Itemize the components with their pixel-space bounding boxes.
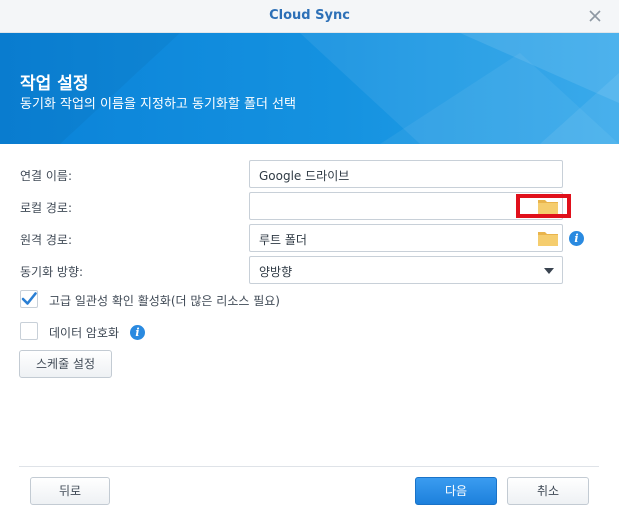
advanced-consistency-label: 고급 일관성 확인 활성화(더 많은 리소스 필요) xyxy=(49,294,280,308)
footer-divider xyxy=(19,466,599,467)
checkmark-icon xyxy=(21,292,37,305)
title-bar: Cloud Sync xyxy=(0,0,619,33)
sync-direction-select[interactable]: 양방향 xyxy=(249,256,563,284)
remote-path-label: 원격 경로: xyxy=(20,233,73,247)
back-button[interactable]: 뒤로 xyxy=(30,477,110,505)
connection-name-value: Google 드라이브 xyxy=(259,169,350,183)
banner-decoration xyxy=(0,33,619,144)
connection-name-field[interactable]: Google 드라이브 xyxy=(249,160,563,188)
data-encryption-label: 데이터 암호화 xyxy=(49,326,120,340)
remote-path-folder-icon[interactable] xyxy=(537,229,559,247)
schedule-settings-button[interactable]: 스케줄 설정 xyxy=(19,350,112,378)
remote-path-value: 루트 폴더 xyxy=(259,233,307,247)
page-subtitle: 동기화 작업의 이름을 지정하고 동기화할 폴더 선택 xyxy=(20,97,296,112)
sync-direction-value: 양방향 xyxy=(259,265,293,279)
close-icon[interactable] xyxy=(587,8,603,24)
next-button[interactable]: 다음 xyxy=(415,477,497,505)
local-path-label: 로컬 경로: xyxy=(20,201,73,215)
data-encryption-checkbox[interactable] xyxy=(20,322,38,340)
sync-direction-label: 동기화 방향: xyxy=(20,265,84,279)
remote-path-info-icon[interactable]: i xyxy=(569,231,584,246)
connection-name-label: 연결 이름: xyxy=(20,169,73,183)
page-title: 작업 설정 xyxy=(20,74,89,94)
advanced-consistency-checkbox[interactable] xyxy=(20,290,38,308)
window-title: Cloud Sync xyxy=(269,8,350,23)
cancel-button[interactable]: 취소 xyxy=(507,477,589,505)
highlight-box xyxy=(516,194,571,218)
chevron-down-icon[interactable] xyxy=(544,268,554,274)
remote-path-field[interactable]: 루트 폴더 xyxy=(249,224,563,252)
data-encryption-info-icon[interactable]: i xyxy=(130,325,145,340)
wizard-banner: 작업 설정 동기화 작업의 이름을 지정하고 동기화할 폴더 선택 xyxy=(0,33,619,144)
